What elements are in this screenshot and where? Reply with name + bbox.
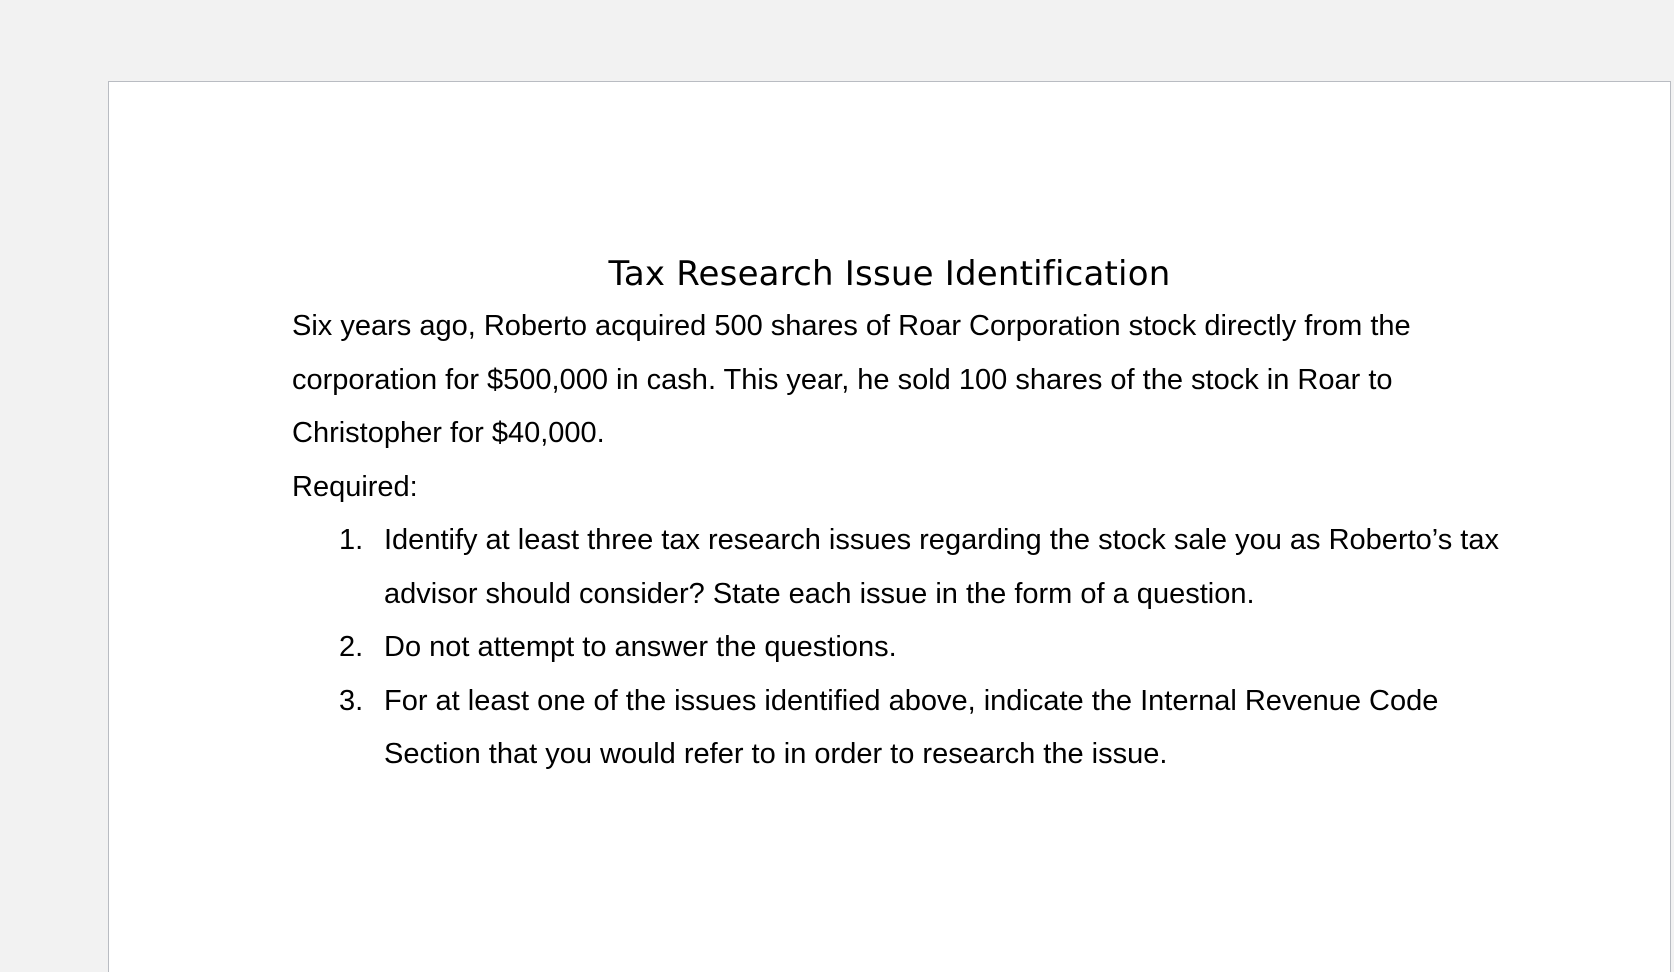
requirement-number-2: 2. [339,631,364,663]
requirement-item-1: 1. Identify at least three tax research … [292,514,1502,621]
document-body: Six years ago, Roberto acquired 500 shar… [292,300,1502,782]
requirement-item-2: 2. Do not attempt to answer the question… [292,621,1502,675]
requirement-number-1: 1. [339,524,364,556]
requirement-number-3: 3. [339,684,364,717]
document-title: Tax Research Issue Identification [608,254,1171,294]
requirements-list: 1. Identify at least three tax research … [292,514,1502,782]
requirement-item-3: 3. For at least one of the issues identi… [292,675,1502,782]
intro-paragraph: Six years ago, Roberto acquired 500 shar… [292,310,1411,449]
document-workspace: Tax Research Issue Identification Six ye… [0,0,1674,972]
requirement-text-3: For at least one of the issues identifie… [384,684,1439,771]
requirement-text-2: Do not attempt to answer the questions. [384,631,897,663]
required-label: Required: [292,470,418,503]
requirement-text-1: Identify at least three tax research iss… [384,524,1499,610]
